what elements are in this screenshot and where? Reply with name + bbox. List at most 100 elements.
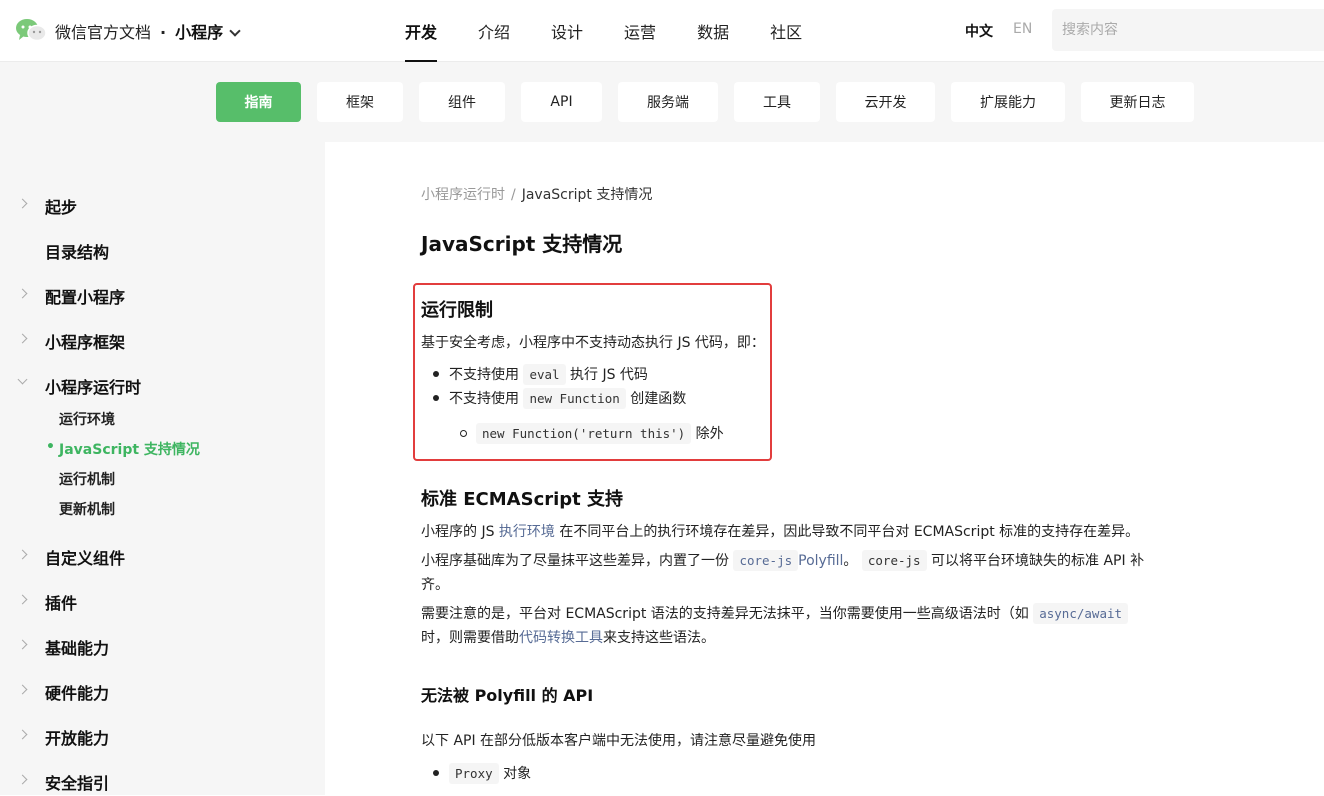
inline-code: core-js [861,550,927,571]
sidebar-subitem-mechanism[interactable]: 运行机制 [59,469,115,489]
sidebar-subitem-label: JavaScript 支持情况 [59,442,200,458]
subnav-changelog[interactable]: 更新日志 [1081,82,1194,122]
chevron-right-icon[interactable] [17,549,28,560]
sidebar-item-hardware[interactable]: 硬件能力 [0,676,325,706]
sidebar-item-label: 插件 [45,594,78,613]
subnav-extensions[interactable]: 扩展能力 [951,82,1065,122]
list-item-text: 不支持使用 [449,367,519,383]
sidebar-item-label: 安全指引 [45,774,110,793]
breadcrumb-separator: / [511,187,516,203]
sidebar-item-label: 小程序框架 [45,333,126,352]
sidebar: 起步 目录结构 配置小程序 小程序框架 小程序运行时 运行环境 • JavaScr… [0,142,325,795]
subnav-components[interactable]: 组件 [419,82,505,122]
main-nav-dev[interactable]: 开发 [405,0,438,62]
inline-code: Proxy [449,763,499,784]
lang-zh[interactable]: 中文 [965,21,993,41]
subnav-cloud[interactable]: 云开发 [836,82,935,122]
chevron-right-icon[interactable] [17,594,28,605]
sidebar-item-config[interactable]: 配置小程序 [0,280,325,310]
paragraph-text: 在不同平台上的执行环境存在差异，因此导致不同平台对 ECMAScript 标准的… [559,524,1140,540]
sidebar-subitem-js-support[interactable]: • JavaScript 支持情况 [46,439,200,459]
paragraph-text: 小程序的 JS [421,524,495,540]
chevron-down-icon[interactable] [17,374,28,385]
sidebar-subitem-update[interactable]: 更新机制 [59,499,115,519]
product-switcher[interactable]: 小程序 [175,23,223,42]
breadcrumb-current: JavaScript 支持情况 [521,187,653,203]
paragraph-text: 小程序基础库为了尽量抹平这些差异，内置了一份 [421,553,729,569]
chevron-right-icon[interactable] [17,729,28,740]
brand-title[interactable]: 微信官方文档 [55,23,151,42]
paragraph-continued: 齐。 [421,577,449,593]
inline-code: new Function('return this') [476,423,692,444]
sidebar-item-basic[interactable]: 基础能力 [0,631,325,661]
chevron-right-icon[interactable] [17,684,28,695]
sidebar-item-directory[interactable]: 目录结构 [0,235,325,265]
top-header: 微信官方文档 · 小程序 开发 介绍 设计 运营 数据 社区 中文 EN [0,0,1324,62]
paragraph-text: 来支持这些语法。 [603,630,715,646]
list-item: 不支持使用 new Function 创建函数 [449,388,687,409]
sidebar-item-runtime[interactable]: 小程序运行时 [0,370,325,400]
chevron-right-icon[interactable] [17,198,28,209]
sidebar-item-security[interactable]: 安全指引 [0,766,325,796]
breadcrumb: 小程序运行时 / JavaScript 支持情况 [421,184,652,204]
lang-en[interactable]: EN [1013,21,1032,37]
main-nav-design[interactable]: 设计 [551,0,583,62]
page-title: JavaScript 支持情况 [421,232,623,256]
sub-nav: 指南 框架 组件 API 服务端 工具 云开发 扩展能力 更新日志 [0,62,1324,142]
sidebar-item-label: 基础能力 [45,639,110,658]
list-item-text: 不支持使用 [449,391,519,407]
link-polyfill[interactable]: Polyfill [798,553,843,569]
chevron-down-icon[interactable] [229,25,241,37]
paragraph: 需要注意的是，平台对 ECMAScript 语法的支持差异无法抹平，当你需要使用… [421,603,1129,624]
sidebar-subitem-env[interactable]: 运行环境 [59,409,115,429]
link-transpiler[interactable]: 代码转换工具 [519,630,603,646]
subnav-framework[interactable]: 框架 [317,82,403,122]
search-input[interactable] [1052,9,1324,51]
sidebar-item-open[interactable]: 开放能力 [0,721,325,751]
subnav-guide[interactable]: 指南 [216,82,301,122]
paragraph-continued: 时，则需要借助代码转换工具来支持这些语法。 [421,627,715,647]
main-nav-operation[interactable]: 运营 [624,0,656,62]
section-heading-restriction: 运行限制 [421,300,493,321]
main-nav-intro[interactable]: 介绍 [478,0,510,62]
sidebar-item-custom-components[interactable]: 自定义组件 [0,541,325,571]
subnav-server[interactable]: 服务端 [618,82,718,122]
brand[interactable]: 微信官方文档 · 小程序 [55,19,241,43]
list-item-text: 执行 JS 代码 [570,367,648,383]
sidebar-item-plugins[interactable]: 插件 [0,586,325,616]
sidebar-item-label: 开放能力 [45,729,110,748]
main-content: 小程序运行时 / JavaScript 支持情况 JavaScript 支持情况 运… [325,142,1324,795]
paragraph-text: 可以将平台环境缺失的标准 API 补 [931,553,1145,569]
sidebar-item-getting-started[interactable]: 起步 [0,190,325,220]
inline-code: new Function [523,388,626,409]
bullet-icon [433,770,439,776]
list-subitem: new Function('return this') 除外 [476,423,724,444]
sidebar-item-framework[interactable]: 小程序框架 [0,325,325,355]
list-item-text: 创建函数 [630,391,687,407]
main-nav-community[interactable]: 社区 [770,0,802,62]
chevron-right-icon[interactable] [17,333,28,344]
link-runtime-env[interactable]: 执行环境 [499,524,555,540]
inline-code: eval [523,364,566,385]
chevron-right-icon[interactable] [17,639,28,650]
wechat-logo-icon[interactable] [15,17,47,43]
inline-code-link[interactable]: async/await [1033,603,1129,624]
inline-code-link[interactable]: core-js [733,550,799,571]
paragraph-text: 时，则需要借助 [421,630,519,646]
main-nav-data[interactable]: 数据 [697,0,729,62]
sidebar-item-label: 自定义组件 [45,549,126,568]
list-item-text: 对象 [503,766,532,782]
bullet-icon [433,371,439,377]
chevron-right-icon[interactable] [17,288,28,299]
paragraph-text: 。 [843,553,858,569]
sidebar-item-label: 目录结构 [45,243,110,262]
sidebar-item-label: 硬件能力 [45,684,110,703]
restriction-intro: 基于安全考虑，小程序中不支持动态执行 JS 代码，即： [421,335,765,351]
section-heading-ecma: 标准 ECMAScript 支持 [421,489,624,510]
bullet-icon [433,395,439,401]
chevron-right-icon[interactable] [17,774,28,785]
list-item: 不支持使用 eval 执行 JS 代码 [449,364,648,385]
breadcrumb-parent[interactable]: 小程序运行时 [421,187,505,203]
subnav-api[interactable]: API [521,82,602,122]
subnav-tools[interactable]: 工具 [734,82,820,122]
